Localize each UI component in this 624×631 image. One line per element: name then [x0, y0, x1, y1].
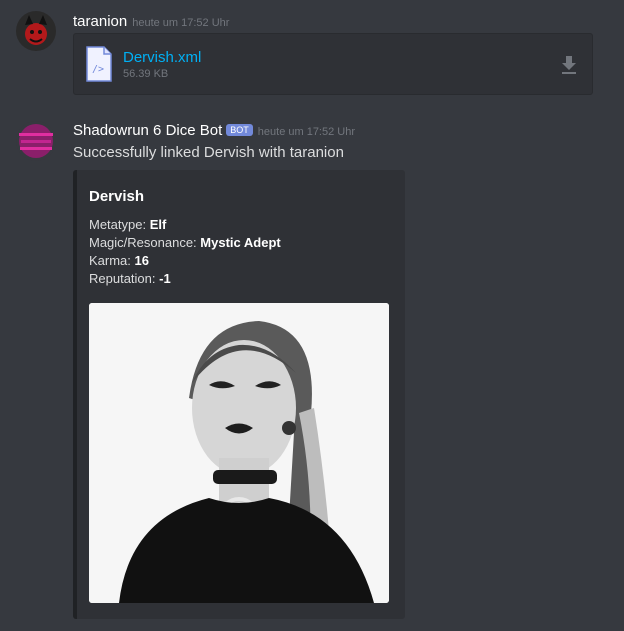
username[interactable]: taranion — [73, 13, 127, 30]
attachment-filesize: 56.39 KB — [123, 68, 169, 80]
svg-text:/>: /> — [92, 64, 104, 75]
field-value: 16 — [134, 253, 149, 268]
embed-title: Dervish — [89, 188, 145, 205]
timestamp: heute um 17:52 Uhr — [257, 126, 356, 138]
download-icon[interactable] — [560, 55, 578, 75]
message-content: Successfully linked Dervish with taranio… — [73, 144, 344, 161]
attachment-filename-link[interactable]: Dervish.xml — [123, 49, 201, 66]
username[interactable]: Shadowrun 6 Dice Bot — [73, 122, 222, 139]
character-portrait-image[interactable] — [89, 303, 389, 603]
embed-card: Dervish Metatype: Elf Magic/Resonance: M… — [73, 170, 405, 619]
field-value: Mystic Adept — [200, 235, 281, 250]
field-value: Elf — [149, 217, 167, 232]
field-label: Magic/Resonance: — [89, 235, 197, 250]
field-label: Metatype: — [89, 217, 147, 232]
file-attachment: /> Dervish.xml 56.39 KB — [73, 33, 593, 95]
embed-field-magic: Magic/Resonance: Mystic Adept — [89, 235, 281, 250]
code-file-icon: /> — [86, 46, 112, 82]
message-header: Shadowrun 6 Dice Bot BOT heute um 17:52 Uh… — [73, 122, 355, 140]
message-header: taranion heute um 17:52 Uhr — [73, 13, 229, 31]
embed-field-reputation: Reputation: -1 — [89, 271, 171, 286]
field-value: -1 — [159, 271, 171, 286]
field-label: Reputation: — [89, 271, 156, 286]
avatar-taranion[interactable] — [16, 11, 56, 51]
embed-field-karma: Karma: 16 — [89, 253, 149, 268]
avatar-bot[interactable] — [16, 121, 56, 161]
embed-field-metatype: Metatype: Elf — [89, 217, 166, 232]
message-taranion: taranion heute um 17:52 Uhr /> Dervish.xm… — [0, 0, 624, 100]
bot-badge: BOT — [226, 124, 253, 136]
timestamp: heute um 17:52 Uhr — [132, 17, 230, 29]
field-label: Karma: — [89, 253, 131, 268]
